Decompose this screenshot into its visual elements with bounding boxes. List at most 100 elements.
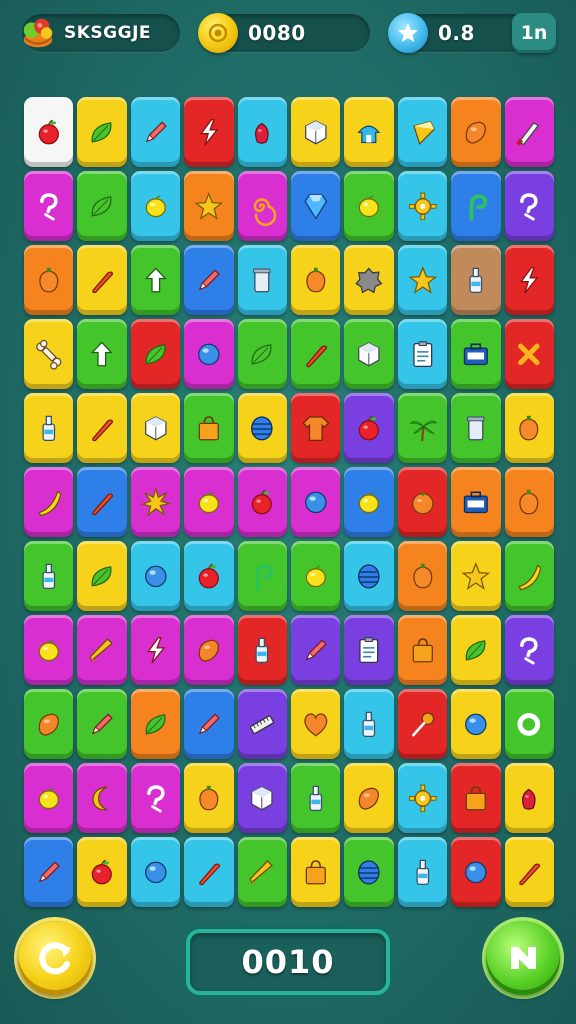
tile-lemon[interactable]	[291, 541, 341, 611]
tile-bolt[interactable]	[184, 97, 234, 167]
tile-moon[interactable]	[77, 763, 127, 833]
tile-lemon[interactable]	[184, 467, 234, 537]
tile-carrot[interactable]	[77, 467, 127, 537]
tile-drop[interactable]	[451, 97, 501, 167]
tile-carrot[interactable]	[77, 393, 127, 463]
tile-gem[interactable]	[291, 171, 341, 241]
tile-jar[interactable]	[451, 393, 501, 463]
tile-bag[interactable]	[184, 393, 234, 463]
tile-berry[interactable]	[504, 763, 554, 833]
tile-clipboard[interactable]	[344, 615, 394, 685]
tile-barrel[interactable]	[344, 837, 394, 907]
tile-gear[interactable]	[397, 763, 448, 833]
tile-apple[interactable]	[184, 541, 234, 611]
next-button[interactable]	[486, 921, 560, 995]
tile-pepper[interactable]	[24, 245, 74, 315]
tile-cone[interactable]	[237, 837, 287, 907]
tile-ball[interactable]	[451, 837, 501, 907]
tile-jar[interactable]	[237, 245, 287, 315]
tile-pencil[interactable]	[24, 837, 74, 907]
tile-barrel[interactable]	[237, 393, 287, 463]
tile-ball[interactable]	[184, 319, 234, 389]
tile-bottle[interactable]	[237, 615, 287, 685]
tile-bolt[interactable]	[504, 245, 554, 315]
tile-drop[interactable]	[24, 689, 74, 759]
tile-lemon[interactable]	[24, 615, 74, 685]
tile-ball[interactable]	[291, 467, 341, 537]
tile-pepper[interactable]	[184, 763, 234, 833]
tile-ball[interactable]	[451, 689, 501, 759]
tile-swirl[interactable]	[237, 171, 287, 241]
tile-berry[interactable]	[237, 97, 287, 167]
tile-pepper[interactable]	[397, 541, 448, 611]
tile-arrow[interactable]	[130, 245, 181, 315]
tile-drop[interactable]	[184, 615, 234, 685]
tile-cube[interactable]	[130, 393, 181, 463]
tile-hook[interactable]	[451, 171, 501, 241]
tile-leaf[interactable]	[451, 615, 501, 685]
restart-button[interactable]	[18, 921, 92, 995]
tile-bag[interactable]	[451, 763, 501, 833]
tile-apple[interactable]	[237, 467, 287, 537]
tile-cone[interactable]	[77, 615, 127, 685]
tile-bottle[interactable]	[451, 245, 501, 315]
tile-cube[interactable]	[344, 319, 394, 389]
tile-splat[interactable]	[130, 467, 181, 537]
tile-carrot[interactable]	[184, 837, 234, 907]
tile-apple[interactable]	[344, 393, 394, 463]
tile-bottle[interactable]	[291, 763, 341, 833]
tile-leaf[interactable]	[237, 319, 287, 389]
tile-leaf[interactable]	[77, 97, 127, 167]
tile-clipboard[interactable]	[397, 319, 448, 389]
tile-knife[interactable]	[504, 97, 554, 167]
tile-pencil[interactable]	[77, 689, 127, 759]
tile-ring[interactable]	[504, 689, 554, 759]
tile-gear[interactable]	[397, 171, 448, 241]
tile-ruler[interactable]	[237, 689, 287, 759]
tile-bolt[interactable]	[130, 615, 181, 685]
tile-question[interactable]	[130, 763, 181, 833]
tile-lemon[interactable]	[130, 171, 181, 241]
tile-cross[interactable]	[504, 319, 554, 389]
tile-drop[interactable]	[344, 763, 394, 833]
tile-leaf[interactable]	[130, 319, 181, 389]
tile-hook[interactable]	[237, 541, 287, 611]
tile-ball[interactable]	[130, 837, 181, 907]
tile-pepper[interactable]	[291, 245, 341, 315]
tile-pencil[interactable]	[184, 245, 234, 315]
tile-lollipop[interactable]	[397, 689, 448, 759]
tile-lemon[interactable]	[344, 467, 394, 537]
tile-heart[interactable]	[291, 689, 341, 759]
tile-arrow[interactable]	[77, 319, 127, 389]
tile-carrot[interactable]	[504, 837, 554, 907]
tile-star[interactable]	[184, 171, 234, 241]
tile-case[interactable]	[451, 467, 501, 537]
tile-case[interactable]	[451, 319, 501, 389]
tile-palm[interactable]	[397, 393, 448, 463]
tile-leaf[interactable]	[77, 171, 127, 241]
tile-bottle[interactable]	[24, 393, 74, 463]
tile-star[interactable]	[451, 541, 501, 611]
tile-cube[interactable]	[237, 763, 287, 833]
tile-rock[interactable]	[344, 245, 394, 315]
tile-carrot[interactable]	[291, 319, 341, 389]
tile-pencil[interactable]	[291, 615, 341, 685]
tile-apple[interactable]	[77, 837, 127, 907]
tile-leaf[interactable]	[77, 541, 127, 611]
tile-star[interactable]	[397, 245, 448, 315]
tile-bottle[interactable]	[24, 541, 74, 611]
tile-ice[interactable]	[397, 97, 448, 167]
tile-apple[interactable]	[24, 97, 74, 167]
tile-tshirt[interactable]	[291, 393, 341, 463]
tile-bone[interactable]	[24, 319, 74, 389]
tile-bottle[interactable]	[397, 837, 448, 907]
tile-house[interactable]	[344, 97, 394, 167]
menu-button[interactable]: 1n	[512, 13, 556, 53]
tile-question[interactable]	[504, 171, 554, 241]
tile-banana[interactable]	[504, 541, 554, 611]
tile-carrot[interactable]	[77, 245, 127, 315]
tile-orange[interactable]	[397, 467, 448, 537]
tile-pepper[interactable]	[504, 393, 554, 463]
tile-bottle[interactable]	[344, 689, 394, 759]
tile-banana[interactable]	[24, 467, 74, 537]
